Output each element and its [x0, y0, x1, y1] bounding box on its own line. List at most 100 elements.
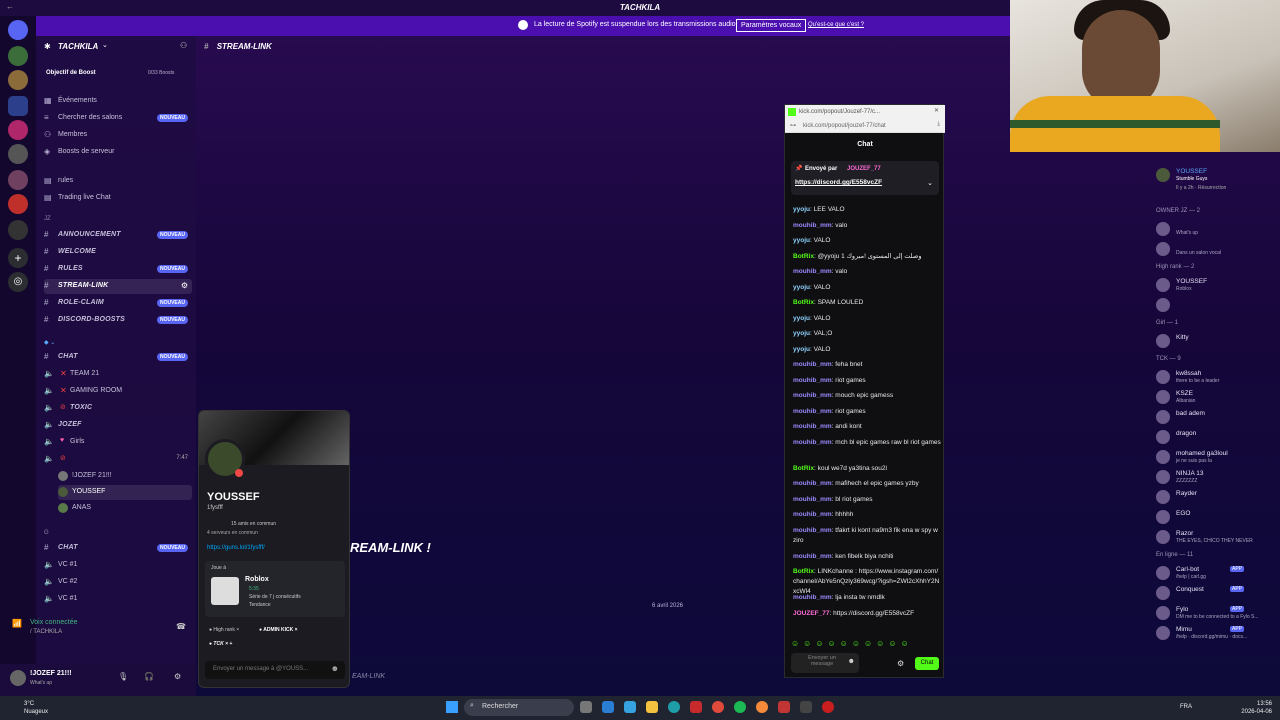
voice-channel-toxic[interactable]: 🔈 ⊘ TOXIC — [44, 401, 192, 416]
sidebar-item-members[interactable]: ⚇ Membres — [44, 128, 192, 143]
member-item[interactable]: Dans un salon vocal — [1156, 240, 1280, 258]
folder-icon[interactable] — [646, 701, 658, 713]
chat-username[interactable]: BotRix — [793, 299, 814, 306]
chat-username[interactable]: mouhib_mm — [793, 222, 832, 229]
avatar[interactable] — [10, 670, 26, 686]
channel-trading-live-chat[interactable]: ▤ Trading live Chat — [44, 191, 192, 206]
channel-rules[interactable]: # RULES NOUVEAU — [44, 262, 192, 277]
mutual-servers[interactable]: 4 serveurs en commun — [207, 530, 258, 536]
member-item[interactable]: dragon — [1156, 428, 1280, 446]
server-icon[interactable] — [8, 194, 28, 214]
voice-channel-vc1b[interactable]: 🔈 VC #1 — [44, 592, 192, 607]
folder-icon[interactable] — [8, 96, 28, 116]
emoji-icon[interactable]: ☻ — [848, 658, 855, 665]
chat-username[interactable]: BotRix — [793, 465, 814, 472]
add-member-icon[interactable]: ⚇ — [180, 41, 187, 50]
discord-home-icon[interactable] — [8, 20, 28, 40]
settings-icon[interactable]: ⚙ — [897, 659, 904, 668]
chat-username[interactable]: mouhib_mm — [793, 511, 832, 518]
chat-username[interactable]: mouhib_mm — [793, 480, 832, 487]
chevron-down-icon[interactable]: ⌄ — [927, 179, 933, 187]
site-info-icon[interactable]: ⊶ — [790, 122, 796, 129]
profile-message-input[interactable]: Envoyer un message à @YOUSS... ☻ — [205, 661, 345, 679]
language-indicator[interactable]: FRA — [1180, 704, 1192, 710]
server-icon[interactable] — [8, 144, 28, 164]
member-item[interactable]: NINJA 13 ZZZZZZZ — [1156, 468, 1280, 486]
sidebar-item-events[interactable]: ▦ Événements — [44, 94, 192, 109]
server-icon[interactable] — [8, 220, 28, 240]
system-clock[interactable]: 13:56 2026-04-06 — [1241, 700, 1272, 716]
chat-username[interactable]: mouhib_mm — [793, 423, 832, 430]
member-item[interactable]: Fylo DM me to be connected to a Fylo S...… — [1156, 604, 1280, 622]
obs-icon[interactable] — [822, 701, 834, 713]
chrome-icon[interactable] — [712, 701, 724, 713]
voice-settings-button[interactable]: Paramètres vocaux — [736, 19, 807, 32]
member-item[interactable] — [1156, 296, 1280, 314]
category-jz[interactable]: JZ — [44, 216, 51, 222]
chat-username[interactable]: mouhib_mm — [793, 553, 832, 560]
member-item[interactable]: KSZE Albanian — [1156, 388, 1280, 406]
member-item[interactable]: Razor THE EYES, CHICO THEY NEVER — [1156, 528, 1280, 546]
chat-username[interactable]: mouhib_mm — [793, 361, 832, 368]
url-text[interactable]: kick.com/popout/jouzef-77/chat — [803, 123, 886, 129]
category-g[interactable]: G — [44, 530, 49, 536]
user-name[interactable]: !JOZEF 21!!! — [30, 670, 72, 677]
voice-user-jozef[interactable]: !JOZEF 21!!! — [58, 469, 192, 484]
explore-icon[interactable]: ◎ — [8, 272, 28, 292]
chat-username[interactable]: yyoju — [793, 315, 810, 322]
channel-chat[interactable]: # CHAT NOUVEAU — [44, 350, 192, 365]
chat-username[interactable]: mouhib_mm — [793, 408, 832, 415]
member-item[interactable]: Conquest APP — [1156, 584, 1280, 602]
channel-rules-text[interactable]: ▤ rules — [44, 174, 192, 189]
category-diamond-icon[interactable]: ◆ ⌄ — [44, 339, 55, 346]
member-item[interactable]: Kitty — [1156, 332, 1280, 350]
gear-icon[interactable]: ⚙ — [174, 672, 181, 681]
chat-input[interactable]: Envoyer un message ☻ — [791, 653, 859, 673]
member-item[interactable]: Carl-bot/help | carl.gg APP — [1156, 564, 1280, 582]
headset-icon[interactable]: 🎧 — [144, 672, 154, 681]
disconnect-icon[interactable]: ☎ — [176, 622, 186, 631]
member-item[interactable]: EGO — [1156, 508, 1280, 526]
chat-username[interactable]: yyoju — [793, 330, 810, 337]
taskbar-search[interactable]: ⌕ Rechercher — [464, 699, 574, 716]
voice-channel-gaming-room[interactable]: 🔈 ✕ GAMING ROOM — [44, 384, 192, 399]
download-icon[interactable]: ⤓ — [937, 121, 940, 128]
chat-username[interactable]: BotRix — [793, 568, 814, 575]
emoji-icon[interactable]: ☻ — [331, 664, 339, 673]
voice-user-youssef[interactable]: YOUSSEF — [58, 485, 192, 500]
voice-channel-team21[interactable]: 🔈 ✕ TEAM 21 — [44, 367, 192, 382]
what-is-this-link[interactable]: Qu'est-ce que c'est ? — [808, 22, 864, 28]
app-icon[interactable] — [800, 701, 812, 713]
close-icon[interactable]: ✕ — [934, 107, 939, 114]
pinned-link[interactable]: https://discord.gg/E558vcZF — [795, 179, 882, 186]
server-icon[interactable] — [8, 46, 28, 66]
spotify-icon[interactable] — [734, 701, 746, 713]
chat-username[interactable]: mouhib_mm — [793, 594, 832, 601]
app-icon[interactable] — [756, 701, 768, 713]
acrobat-icon[interactable] — [690, 701, 702, 713]
gear-icon[interactable]: ⚙ — [181, 281, 188, 290]
chat-username[interactable]: mouhib_mm — [793, 377, 832, 384]
chat-username[interactable]: yyoju — [793, 206, 810, 213]
member-item[interactable]: YOUSSEF Roblox — [1156, 276, 1280, 294]
chat-username[interactable]: yyoju — [793, 284, 810, 291]
sidebar-item-browse-channels[interactable]: ≡ Chercher des salons NOUVEAU — [44, 111, 192, 126]
server-icon[interactable] — [8, 170, 28, 190]
member-item[interactable]: What's up — [1156, 220, 1280, 238]
chat-username[interactable]: mouhib_mm — [793, 268, 832, 275]
tab-title[interactable]: kick.com/popout/Jouzef-77/c... — [799, 109, 880, 115]
server-icon[interactable] — [8, 70, 28, 90]
chat-username[interactable]: mouhib_mm — [793, 392, 832, 399]
add-server-icon[interactable]: + — [8, 248, 28, 268]
address-bar[interactable]: ⊶ kick.com/popout/jouzef-77/chat ⤓ — [785, 119, 945, 133]
server-icon[interactable] — [8, 120, 28, 140]
sidebar-item-server-boosts[interactable]: ◈ Boosts de serveur — [44, 145, 192, 160]
member-item[interactable]: Mimu/help · discord.gg/mimu · docs... APP — [1156, 624, 1280, 642]
channel-stream-link[interactable]: # STREAM-LINK ⚙ — [44, 279, 192, 294]
voice-user-anas[interactable]: ANAS — [58, 501, 192, 516]
voice-connected-status[interactable]: Voix connectée — [30, 619, 77, 626]
voice-channel-vc2[interactable]: 🔈 VC #2 — [44, 575, 192, 590]
chat-username[interactable]: yyoju — [793, 237, 810, 244]
chat-username[interactable]: mouhib_mm — [793, 439, 832, 446]
windows-start-icon[interactable] — [446, 701, 458, 713]
